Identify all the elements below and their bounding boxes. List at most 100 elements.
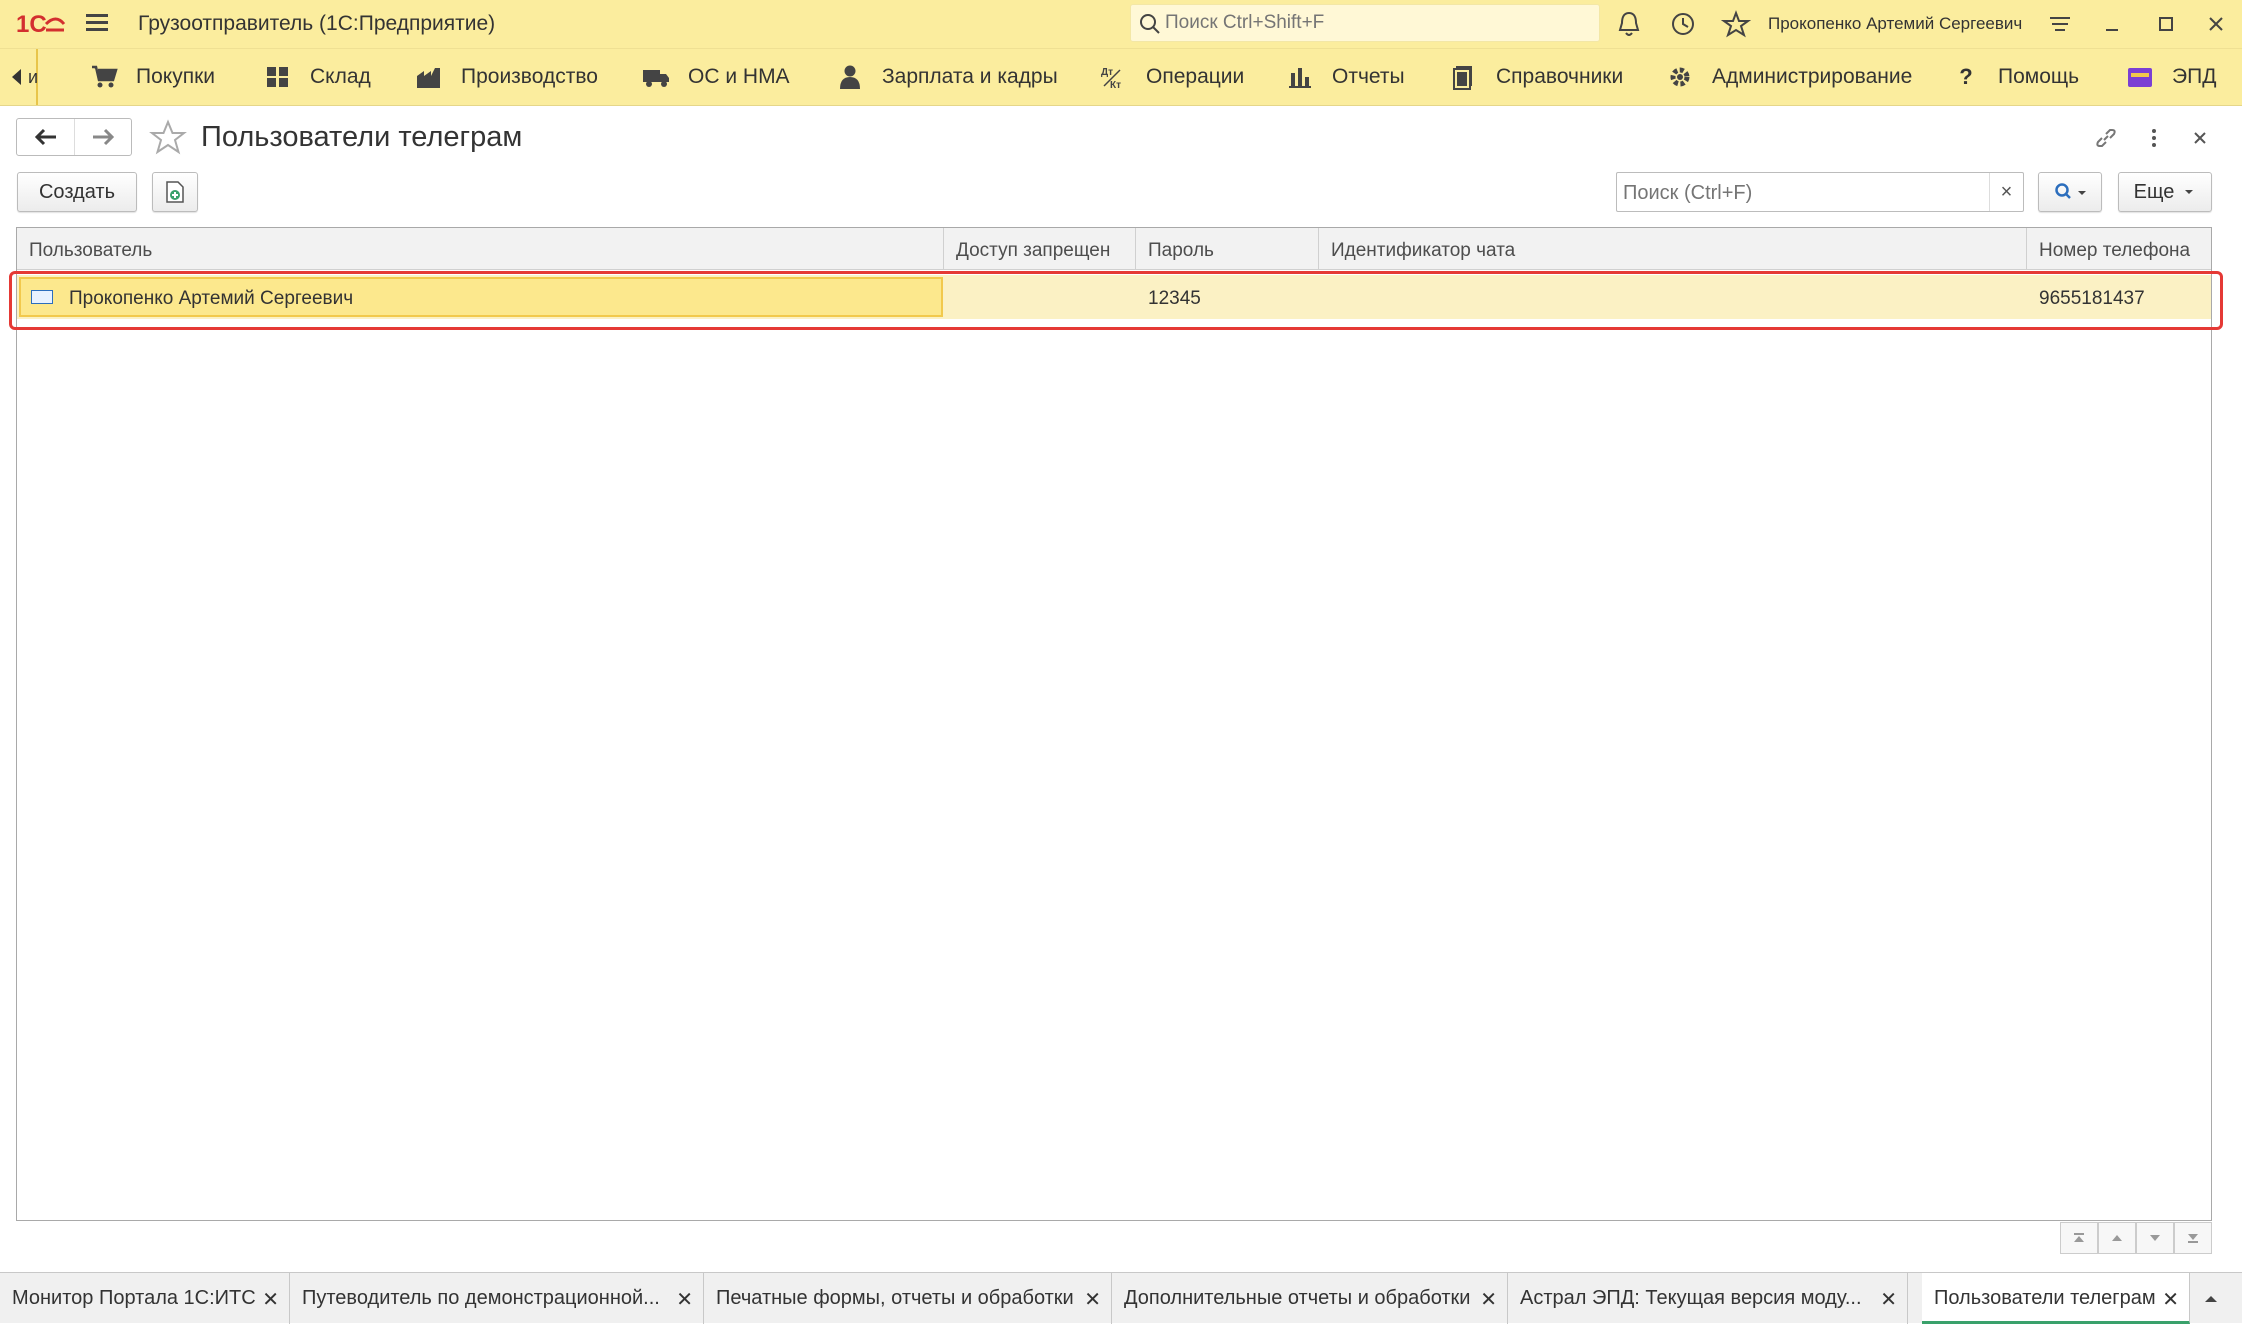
tab-astral-epd[interactable]: Астрал ЭПД: Текущая версия моду... ✕ [1508, 1273, 1908, 1324]
clear-search-button[interactable]: × [1989, 173, 2023, 211]
tab-label: Монитор Портала 1С:ИТС [12, 1287, 256, 1309]
current-user[interactable]: Прокопенко Артемий Сергеевич [1768, 14, 2022, 34]
maximize-icon[interactable] [2150, 8, 2182, 40]
navigation-buttons [16, 118, 132, 156]
column-header-phone[interactable]: Номер телефона [2027, 228, 2211, 270]
scroll-to-top-button[interactable] [2060, 1222, 2098, 1254]
section-label: Отчеты [1332, 65, 1405, 88]
minimize-icon[interactable] [2096, 8, 2128, 40]
tab-label: Астрал ЭПД: Текущая версия моду... [1520, 1287, 1862, 1309]
person-icon [834, 61, 866, 93]
section-help[interactable]: ? Помощь [1950, 49, 2079, 105]
app-title: Грузоотправитель (1С:Предприятие) [138, 12, 496, 35]
close-form-icon[interactable] [2184, 122, 2216, 154]
title-bar: 1С Грузоотправитель (1С:Предприятие) Про… [0, 0, 2242, 48]
bell-icon[interactable] [1614, 10, 1644, 38]
section-fixed-assets[interactable]: ОС и НМА [640, 49, 790, 105]
column-header-password[interactable]: Пароль [1136, 228, 1319, 270]
more-label: Еще [2133, 180, 2175, 203]
global-search-field[interactable] [1130, 4, 1600, 42]
close-tab-icon[interactable]: ✕ [2162, 1287, 2179, 1312]
create-button[interactable]: Создать [17, 172, 137, 212]
section-epd[interactable]: ЭПД [2124, 49, 2216, 105]
column-header-access-denied[interactable]: Доступ запрещен [944, 228, 1136, 270]
close-tab-icon[interactable]: ✕ [262, 1287, 279, 1312]
chevron-down-icon [2150, 1235, 2160, 1241]
section-label: Зарплата и кадры [882, 65, 1058, 88]
scroll-bottom-icon [2188, 1234, 2198, 1243]
section-catalogs[interactable]: Справочники [1448, 49, 1623, 105]
section-label: Операции [1146, 65, 1245, 88]
scroll-up-button[interactable] [2098, 1222, 2136, 1254]
tab-telegram-users[interactable]: Пользователи телеграм ✕ [1922, 1273, 2190, 1324]
section-label: ОС и НМА [688, 65, 790, 88]
tab-demo-guide[interactable]: Путеводитель по демонстрационной... ✕ [290, 1273, 704, 1324]
scroll-top-icon [2074, 1233, 2084, 1242]
column-header-user[interactable]: Пользователь [17, 228, 944, 270]
warehouse-icon [262, 61, 294, 93]
section-label: Администрирование [1712, 65, 1913, 88]
create-copy-button[interactable] [152, 172, 198, 212]
tab-print-forms[interactable]: Печатные формы, отчеты и обработки ✕ [704, 1273, 1112, 1324]
users-table: Пользователь Доступ запрещен Пароль Иден… [16, 227, 2212, 1221]
back-button[interactable] [17, 119, 74, 155]
page-title: Пользователи телеграм [201, 121, 523, 153]
forward-button[interactable] [74, 119, 131, 155]
section-administration[interactable]: Администрирование [1664, 49, 1912, 105]
close-tab-icon[interactable]: ✕ [1084, 1287, 1101, 1312]
search-icon [2055, 183, 2086, 199]
section-purchases[interactable]: Покупки [88, 49, 215, 105]
tab-label: Печатные формы, отчеты и обработки [716, 1287, 1074, 1309]
main-menu-icon[interactable] [82, 10, 112, 38]
close-tab-icon[interactable]: ✕ [1880, 1287, 1897, 1312]
column-header-chat-id[interactable]: Идентификатор чата [1319, 228, 2027, 270]
section-fragment: и [28, 67, 39, 87]
section-label: ЭПД [2172, 65, 2217, 88]
section-production[interactable]: Производство [413, 49, 598, 105]
link-icon[interactable] [2090, 122, 2122, 154]
more-vertical-icon[interactable] [2138, 122, 2170, 154]
close-window-icon[interactable] [2200, 8, 2232, 40]
svg-text:1С: 1С [16, 11, 47, 38]
global-search-input[interactable] [1165, 11, 1585, 35]
close-tab-icon[interactable]: ✕ [1480, 1287, 1497, 1312]
scroll-down-button[interactable] [2136, 1222, 2174, 1254]
arrow-right-icon [93, 128, 115, 146]
svg-text:Дт: Дт [1101, 67, 1113, 78]
1c-logo[interactable]: 1С [16, 8, 66, 38]
add-to-favorites-star-icon[interactable] [148, 118, 188, 158]
bar-chart-icon [1284, 61, 1316, 93]
settings-menu-icon[interactable] [2044, 8, 2076, 40]
scroll-to-bottom-button[interactable] [2174, 1222, 2212, 1254]
gear-icon [1664, 61, 1696, 93]
close-tab-icon[interactable]: ✕ [676, 1287, 693, 1312]
section-reports[interactable]: Отчеты [1284, 49, 1405, 105]
section-operations[interactable]: Дт Кт Операции [1098, 49, 1244, 105]
tab-its-monitor[interactable]: Монитор Портала 1С:ИТС ✕ [0, 1273, 290, 1324]
chevron-down-icon [2185, 190, 2194, 194]
operations-icon: Дт Кт [1098, 61, 1130, 93]
books-icon [1448, 61, 1480, 93]
tab-additional-reports[interactable]: Дополнительные отчеты и обработки ✕ [1112, 1273, 1508, 1324]
section-label: Производство [461, 65, 598, 88]
question-icon: ? [1959, 64, 1973, 89]
chevron-up-icon [2205, 1296, 2217, 1302]
chevron-left-icon [12, 69, 21, 85]
list-search-field[interactable]: × [1616, 172, 2024, 212]
tabs-expand-button[interactable] [2196, 1285, 2226, 1313]
section-warehouse[interactable]: Склад [262, 49, 371, 105]
more-actions-button[interactable]: Еще [2118, 172, 2212, 212]
favorites-star-icon[interactable] [1721, 10, 1751, 38]
svg-text:Кт: Кт [1110, 80, 1121, 90]
history-icon[interactable] [1668, 10, 1698, 38]
section-salary[interactable]: Зарплата и кадры [834, 49, 1058, 105]
sections-scroll-left[interactable]: и [0, 49, 38, 105]
search-icon [1140, 14, 1160, 34]
tab-label: Путеводитель по демонстрационной... [302, 1287, 660, 1309]
list-search-input[interactable] [1623, 180, 1983, 206]
section-label: Помощь [1998, 65, 2080, 88]
search-options-button[interactable] [2038, 172, 2102, 212]
section-label: Покупки [136, 65, 215, 88]
table-scroll-buttons [2060, 1222, 2212, 1254]
add-document-icon [166, 181, 184, 203]
